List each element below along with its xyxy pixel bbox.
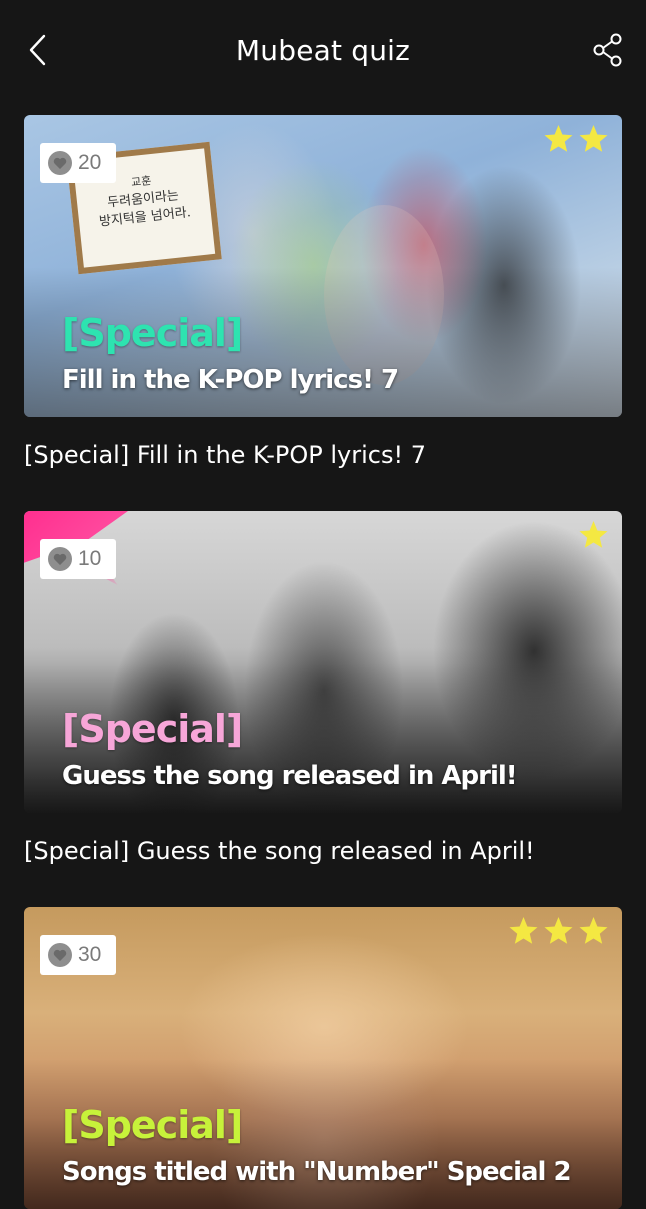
like-badge: 20 <box>40 143 116 183</box>
like-badge: 10 <box>40 539 116 579</box>
special-tag: [Special] <box>62 1103 243 1147</box>
quiz-thumbnail[interactable]: 10 [Special] Guess the song released in … <box>24 511 622 813</box>
quiz-card[interactable]: 30 [Special] Songs titled with "Number" … <box>24 907 622 1209</box>
quiz-card[interactable]: 교훈 두려움이라는 방지턱을 넘어라. 20 [Special] Fill in… <box>24 115 622 469</box>
star-icon <box>542 123 575 155</box>
quiz-title[interactable]: [Special] Guess the song released in Apr… <box>24 837 622 865</box>
heart-icon <box>48 151 72 175</box>
like-count: 20 <box>78 151 102 174</box>
difficulty-stars <box>542 123 610 155</box>
quiz-thumbnail[interactable]: 교훈 두려움이라는 방지턱을 넘어라. 20 [Special] Fill in… <box>24 115 622 417</box>
heart-icon <box>48 547 72 571</box>
star-icon <box>577 123 610 155</box>
thumbnail-title: Songs titled with "Number" Special 2 <box>62 1157 572 1187</box>
like-count: 10 <box>78 547 102 570</box>
difficulty-stars <box>577 519 610 551</box>
star-icon <box>507 915 540 947</box>
star-icon <box>577 519 610 551</box>
page-title: Mubeat quiz <box>235 34 411 67</box>
star-icon <box>577 915 610 947</box>
star-icon <box>542 915 575 947</box>
quiz-thumbnail[interactable]: 30 [Special] Songs titled with "Number" … <box>24 907 622 1209</box>
top-navigation-bar: Mubeat quiz <box>0 0 646 104</box>
special-tag: [Special] <box>62 707 243 751</box>
heart-icon <box>48 943 72 967</box>
quiz-title[interactable]: [Special] Fill in the K-POP lyrics! 7 <box>24 441 622 469</box>
quiz-card[interactable]: 10 [Special] Guess the song released in … <box>24 511 622 865</box>
special-tag: [Special] <box>62 311 243 355</box>
like-badge: 30 <box>40 935 116 975</box>
thumbnail-title: Guess the song released in April! <box>62 761 518 791</box>
like-count: 30 <box>78 943 102 966</box>
share-button[interactable] <box>586 30 630 74</box>
thumbnail-title: Fill in the K-POP lyrics! 7 <box>62 365 399 395</box>
share-icon <box>593 33 623 72</box>
difficulty-stars <box>507 915 610 947</box>
